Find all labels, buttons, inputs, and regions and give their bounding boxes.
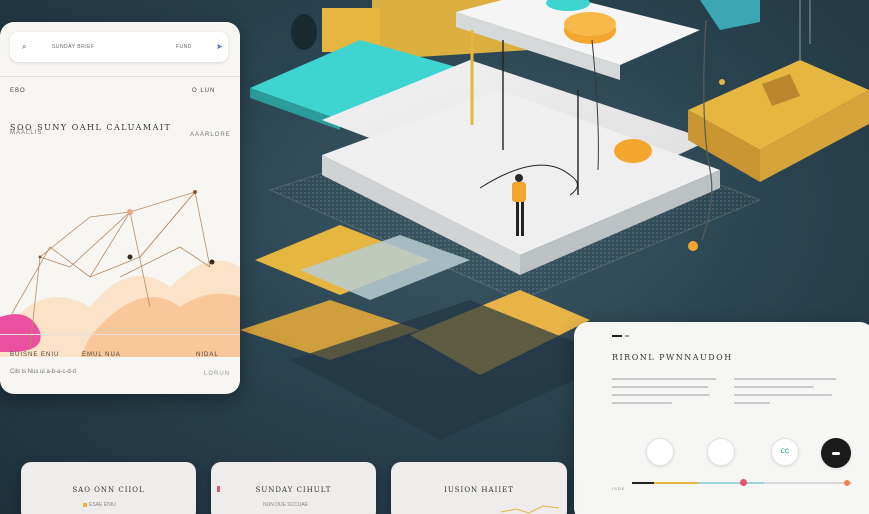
bottom-card-1[interactable]: SAO ONN CIIOL ESAE ENIU xyxy=(21,462,196,514)
bottom-card-2[interactable]: SUNDAY CIHULT NUN DUE SCCUAE xyxy=(211,462,376,514)
text-line xyxy=(734,402,770,404)
footer-caption: Cils is Nus ui a-b-a-c-d-d xyxy=(10,369,77,375)
teal-corner xyxy=(700,0,760,30)
circle-button-4[interactable] xyxy=(821,438,851,468)
node xyxy=(127,254,133,260)
node xyxy=(127,209,133,215)
bottom-card-sub: ESAE ENIU xyxy=(89,502,116,508)
search-bar[interactable]: ⌕ SUNDAY BRIEF FUND ➤ xyxy=(10,32,228,62)
bottom-card-3[interactable]: IUSION HAIIET xyxy=(391,462,567,514)
text-line xyxy=(734,378,836,380)
right-card: RIRONL PWNNAUDOH CC ISDE xyxy=(574,322,869,514)
send-icon[interactable]: ➤ xyxy=(216,42,223,51)
slider-knob-pink[interactable] xyxy=(740,479,747,486)
card-title: RIRONL PWNNAUDOH xyxy=(612,353,733,362)
person-body xyxy=(512,182,526,202)
circle-button-1[interactable] xyxy=(646,438,674,466)
divider xyxy=(0,334,240,335)
circle-button-3[interactable]: CC xyxy=(771,438,799,466)
text-line xyxy=(612,378,716,380)
meta-left: MAALLIS xyxy=(10,130,43,136)
meta-right: AAARLORE xyxy=(190,132,231,138)
text-line xyxy=(612,386,708,388)
card-marker xyxy=(612,335,622,337)
divider xyxy=(0,76,240,77)
mini-chart xyxy=(501,505,560,514)
yellow-dot xyxy=(83,503,87,507)
text-line xyxy=(734,386,814,388)
bottom-card-title: IUSION HAIIET xyxy=(444,486,514,494)
person-head xyxy=(515,174,523,182)
node xyxy=(193,190,197,194)
bottom-card-sub: NUN DUE SCCUAE xyxy=(263,502,309,508)
footer-tag[interactable]: LORUN xyxy=(204,371,230,377)
person-leg-right xyxy=(521,200,524,236)
orange-disk-mid xyxy=(614,139,652,163)
menu-left[interactable]: EBO xyxy=(10,88,26,94)
dark-blob xyxy=(291,14,317,50)
footer-mid: EMUL NUA xyxy=(82,352,121,358)
text-line xyxy=(612,394,710,396)
pendant-orange xyxy=(688,241,698,251)
footer-right: NIDAL xyxy=(196,352,219,358)
footer-left: BUISNE ENIU xyxy=(10,352,60,358)
card-illustration xyxy=(0,190,240,357)
left-card: ⌕ SUNDAY BRIEF FUND ➤ EBO O LUN SOO SUNY… xyxy=(0,22,240,394)
search-right-label: FUND xyxy=(176,44,192,50)
person-leg-left xyxy=(516,200,519,236)
slider-label: ISDE xyxy=(612,486,626,491)
pendant-yellow xyxy=(719,79,725,85)
node xyxy=(38,255,42,259)
dash-icon xyxy=(832,451,840,455)
bottom-card-title: SAO ONN CIIOL xyxy=(72,486,145,494)
search-icon: ⌕ xyxy=(22,42,27,51)
text-line xyxy=(612,402,672,404)
menu-right[interactable]: O LUN xyxy=(192,88,215,94)
circle-button-2[interactable] xyxy=(707,438,735,466)
search-label: SUNDAY BRIEF xyxy=(52,44,95,50)
text-line xyxy=(734,394,832,396)
orange-disk-top-face xyxy=(564,12,616,36)
bottom-card-title: SUNDAY CIHULT xyxy=(255,486,332,494)
node xyxy=(209,259,215,265)
card-marker xyxy=(625,335,629,337)
slider-knob-orange[interactable] xyxy=(844,480,850,486)
